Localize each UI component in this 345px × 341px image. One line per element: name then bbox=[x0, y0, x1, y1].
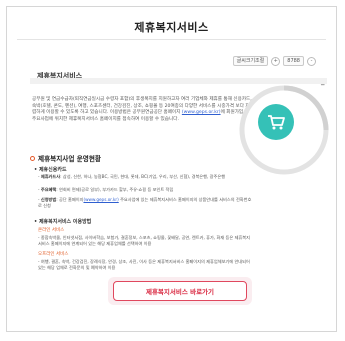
geps-link[interactable]: (www.geps.or.kr) bbox=[182, 110, 221, 115]
online-item: - 종합숙박몰, 인터넷서점, 사이버학습, 보험가, 결혼정보, 스포츠, 쇼… bbox=[38, 235, 251, 246]
service-title-text: 제휴복지서비스 이용방법 bbox=[38, 219, 92, 225]
shopping-cart-icon bbox=[258, 104, 294, 140]
card-title-text: 제휴신용카드 bbox=[38, 167, 67, 173]
text-size-label: 글씨크기조절 bbox=[232, 56, 269, 66]
card-item-3-pre: : 공단 홈페이지 bbox=[56, 197, 84, 202]
card-title: • 제휴신용카드 bbox=[34, 167, 67, 173]
status-heading-text: 제휴복지사업 운영현황 bbox=[38, 155, 101, 163]
page-title: 제휴복지서비스 bbox=[134, 21, 209, 34]
service-title: • 제휴복지서비스 이용방법 bbox=[34, 219, 92, 225]
card-item-3-link[interactable]: (www.geps.or.kr) bbox=[83, 197, 118, 202]
offline-item: - 여행, 결혼, 숙박, 건강검진, 장례식장, 안경, 상조, 사진, 이사… bbox=[38, 259, 250, 270]
text-size-toolbar: 글씨크기조절 + 8788 - bbox=[232, 56, 316, 66]
card-item-1-text: : 삼성, 신한, 하나, 농협BC, 국민, 현대, 롯데, BC(기업, 우… bbox=[60, 174, 226, 179]
status-heading: 제휴복지사업 운영현황 bbox=[30, 153, 101, 163]
intro-text: 공무원 및 연금수급자(퇴직연금일시금 수령자 포함)의 후생복지를 지원하고자… bbox=[32, 97, 252, 123]
card-item-3-label: 신청방법 bbox=[40, 197, 57, 202]
card-item-3: - 신청방법: 공단 홈페이지(www.geps.or.kr) 주요사업에 있는… bbox=[38, 197, 252, 208]
zoom-in-icon[interactable]: + bbox=[271, 56, 281, 66]
card-item-1-label: 제휴카드사 bbox=[40, 174, 61, 179]
online-label: 온라인 서비스 bbox=[38, 228, 65, 233]
zoom-out-icon[interactable]: - bbox=[307, 56, 316, 66]
welfare-service-shortcut-button[interactable]: 제휴복지서비스 바로가기 bbox=[113, 281, 247, 301]
zoom-percent: 8788 bbox=[283, 56, 304, 66]
card-item-1: - 제휴카드사: 삼성, 신한, 하나, 농협BC, 국민, 현대, 롯데, B… bbox=[38, 174, 226, 179]
title-divider bbox=[17, 39, 326, 40]
card-item-2-text: : 연회비 면제(공로 일부), 부가카드 할부, 주유·쇼핑 등 포인트 적립 bbox=[56, 187, 174, 192]
card-item-2: - 주요혜택: 연회비 면제(공로 일부), 부가카드 할부, 주유·쇼핑 등 … bbox=[38, 187, 174, 192]
bullet-icon bbox=[30, 155, 35, 161]
offline-label: 오프라인 서비스 bbox=[38, 252, 69, 257]
card-item-2-label: 주요혜택 bbox=[40, 187, 57, 192]
cart-glyph-icon bbox=[268, 115, 285, 130]
